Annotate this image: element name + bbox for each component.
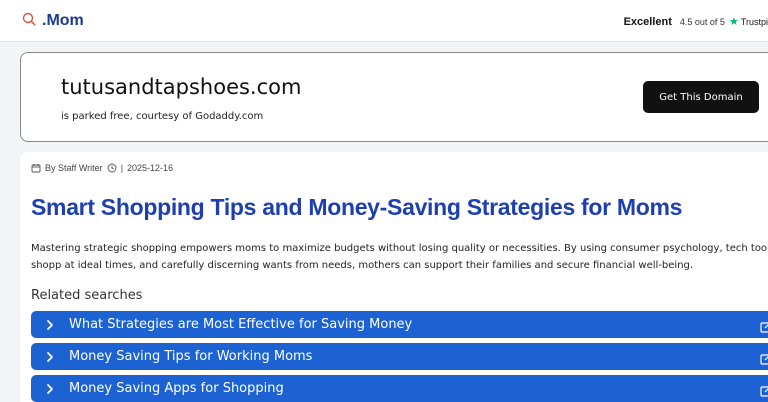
article-meta: By Staff Writer | 2025-12-16 bbox=[31, 163, 173, 173]
article-card: By Staff Writer | 2025-12-16 Smart Shopp… bbox=[20, 152, 768, 402]
related-searches-list: What Strategies are Most Effective for S… bbox=[31, 311, 768, 402]
rating-score: 4.5 out of 5 bbox=[679, 16, 725, 27]
domain-subtitle: is parked free, courtesy of Godaddy.com bbox=[61, 111, 264, 122]
article-date: 2025-12-16 bbox=[127, 163, 174, 173]
domain-banner: tutusandtapshoes.com is parked free, cou… bbox=[20, 52, 768, 142]
related-search-label: Money Saving Tips for Working Moms bbox=[69, 349, 313, 364]
meta-separator: | bbox=[120, 163, 124, 173]
search-icon bbox=[22, 11, 36, 30]
related-search-label: Money Saving Apps for Shopping bbox=[69, 381, 284, 396]
external-link-icon bbox=[760, 350, 768, 369]
related-search-item[interactable]: What Strategies are Most Effective for S… bbox=[31, 311, 768, 338]
chevron-right-icon bbox=[31, 383, 69, 395]
domain-name: tutusandtapshoes.com bbox=[61, 75, 302, 99]
trustpilot-brand: Trustpi bbox=[740, 16, 768, 27]
related-search-item[interactable]: Money Saving Apps for Shopping bbox=[31, 375, 768, 402]
chevron-right-icon bbox=[31, 319, 69, 331]
related-searches-heading: Related searches bbox=[31, 288, 143, 303]
article-author: By Staff Writer bbox=[45, 163, 103, 173]
article-intro: Mastering strategic shopping empowers mo… bbox=[31, 243, 768, 271]
get-domain-button[interactable]: Get This Domain bbox=[643, 81, 759, 113]
chevron-right-icon bbox=[31, 351, 69, 363]
related-search-label: What Strategies are Most Effective for S… bbox=[69, 317, 413, 332]
site-logo[interactable]: .Mom bbox=[22, 11, 84, 30]
article-title: Smart Shopping Tips and Money-Saving Str… bbox=[31, 194, 683, 220]
clock-icon bbox=[107, 163, 117, 173]
top-bar: .Mom Excellent 4.5 out of 5 ★ Trustpi bbox=[0, 0, 768, 42]
rating-label: Excellent bbox=[623, 15, 672, 28]
related-search-item[interactable]: Money Saving Tips for Working Moms bbox=[31, 343, 768, 370]
calendar-icon bbox=[31, 163, 41, 173]
logo-text: .Mom bbox=[42, 11, 84, 29]
external-link-icon bbox=[760, 318, 768, 337]
trustpilot-star-icon: ★ bbox=[728, 16, 739, 28]
trustpilot-rating[interactable]: Excellent 4.5 out of 5 ★ Trustpi bbox=[623, 15, 768, 29]
external-link-icon bbox=[760, 382, 768, 401]
